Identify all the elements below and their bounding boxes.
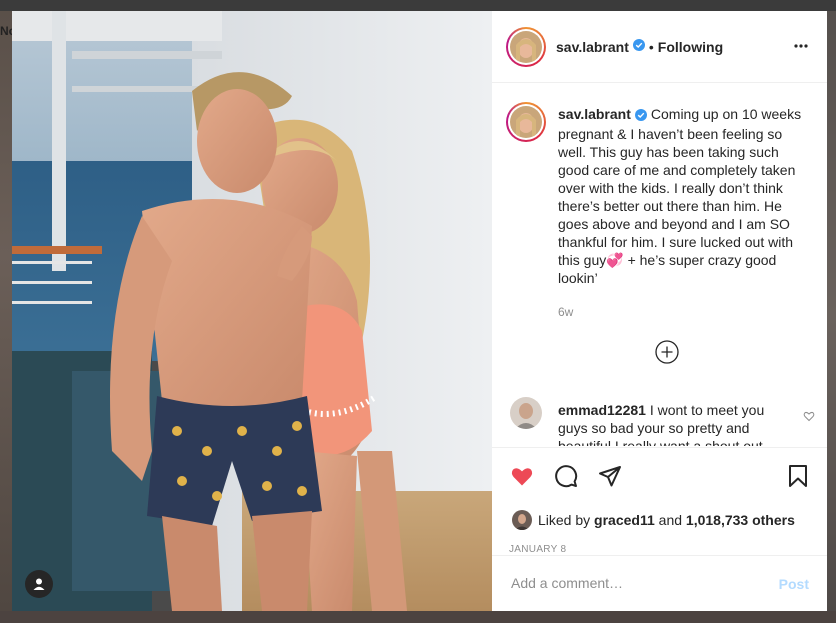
- add-comment-section: Post: [492, 555, 827, 612]
- share-button[interactable]: [598, 464, 622, 488]
- comment-bubble-icon: [554, 465, 578, 492]
- caption-author-avatar[interactable]: [506, 102, 546, 142]
- heart-filled-icon: [510, 468, 534, 492]
- caption-username[interactable]: sav.labrant: [558, 106, 631, 122]
- author-avatar[interactable]: [506, 27, 546, 67]
- background-feed-right: [826, 11, 836, 623]
- post-date[interactable]: JANUARY 8: [509, 544, 566, 555]
- comment-like-button[interactable]: [803, 409, 815, 427]
- likes-summary: Liked by graced11 and 1,018,733 others: [512, 510, 795, 530]
- more-dots-icon: [793, 41, 809, 58]
- add-comment-input[interactable]: [509, 574, 753, 592]
- caption-time-ago[interactable]: 6w: [558, 305, 573, 319]
- post-comment-button[interactable]: Post: [779, 576, 809, 592]
- author-username[interactable]: sav.labrant: [556, 39, 629, 55]
- comment-button[interactable]: [554, 464, 578, 488]
- more-options-button[interactable]: [793, 38, 809, 59]
- comments-scroll-area[interactable]: sav.labrant Coming up on 10 weeks pregnan…: [492, 83, 827, 446]
- verified-badge-icon: [634, 107, 647, 125]
- verified-badge-icon: [632, 38, 645, 56]
- commenter-username[interactable]: emmad12281: [558, 402, 646, 418]
- background-feed-left: [0, 11, 12, 623]
- user-icon: [32, 577, 46, 591]
- background-feed-bottom: [0, 611, 836, 623]
- liked-by-prefix: Liked by: [538, 512, 591, 528]
- liked-by-and: and: [658, 512, 683, 528]
- load-more-comments-button[interactable]: [655, 340, 679, 364]
- liked-by-username[interactable]: graced11: [594, 512, 655, 528]
- liker-avatar[interactable]: [512, 510, 532, 530]
- separator-dot: •: [648, 39, 654, 55]
- caption-text: Coming up on 10 weeks pregnant & I haven…: [558, 106, 802, 286]
- likes-count-button[interactable]: 1,018,733 others: [686, 512, 795, 528]
- following-button[interactable]: Following: [658, 39, 723, 55]
- like-button[interactable]: [510, 464, 534, 488]
- heart-outline-icon: [803, 409, 815, 426]
- post-actions-section: Liked by graced11 and 1,018,733 others J…: [492, 447, 827, 566]
- background-top-strip: [0, 0, 836, 11]
- commenter-avatar[interactable]: [510, 397, 542, 429]
- save-button[interactable]: [786, 464, 810, 488]
- comment-body: emmad12281 I wont to meet you guys so ba…: [558, 401, 780, 446]
- post-photo[interactable]: [12, 11, 492, 611]
- plus-circle-icon: [655, 340, 679, 368]
- user-tags-button[interactable]: [25, 570, 53, 598]
- post-photo-image: [12, 11, 492, 611]
- paper-plane-icon: [598, 466, 622, 492]
- bookmark-icon: [786, 465, 810, 492]
- post-caption: sav.labrant Coming up on 10 weeks pregnan…: [558, 105, 813, 287]
- post-side-panel: sav.labrant • Following sav.labrant Comi…: [492, 11, 827, 611]
- post-header: sav.labrant • Following: [492, 11, 827, 83]
